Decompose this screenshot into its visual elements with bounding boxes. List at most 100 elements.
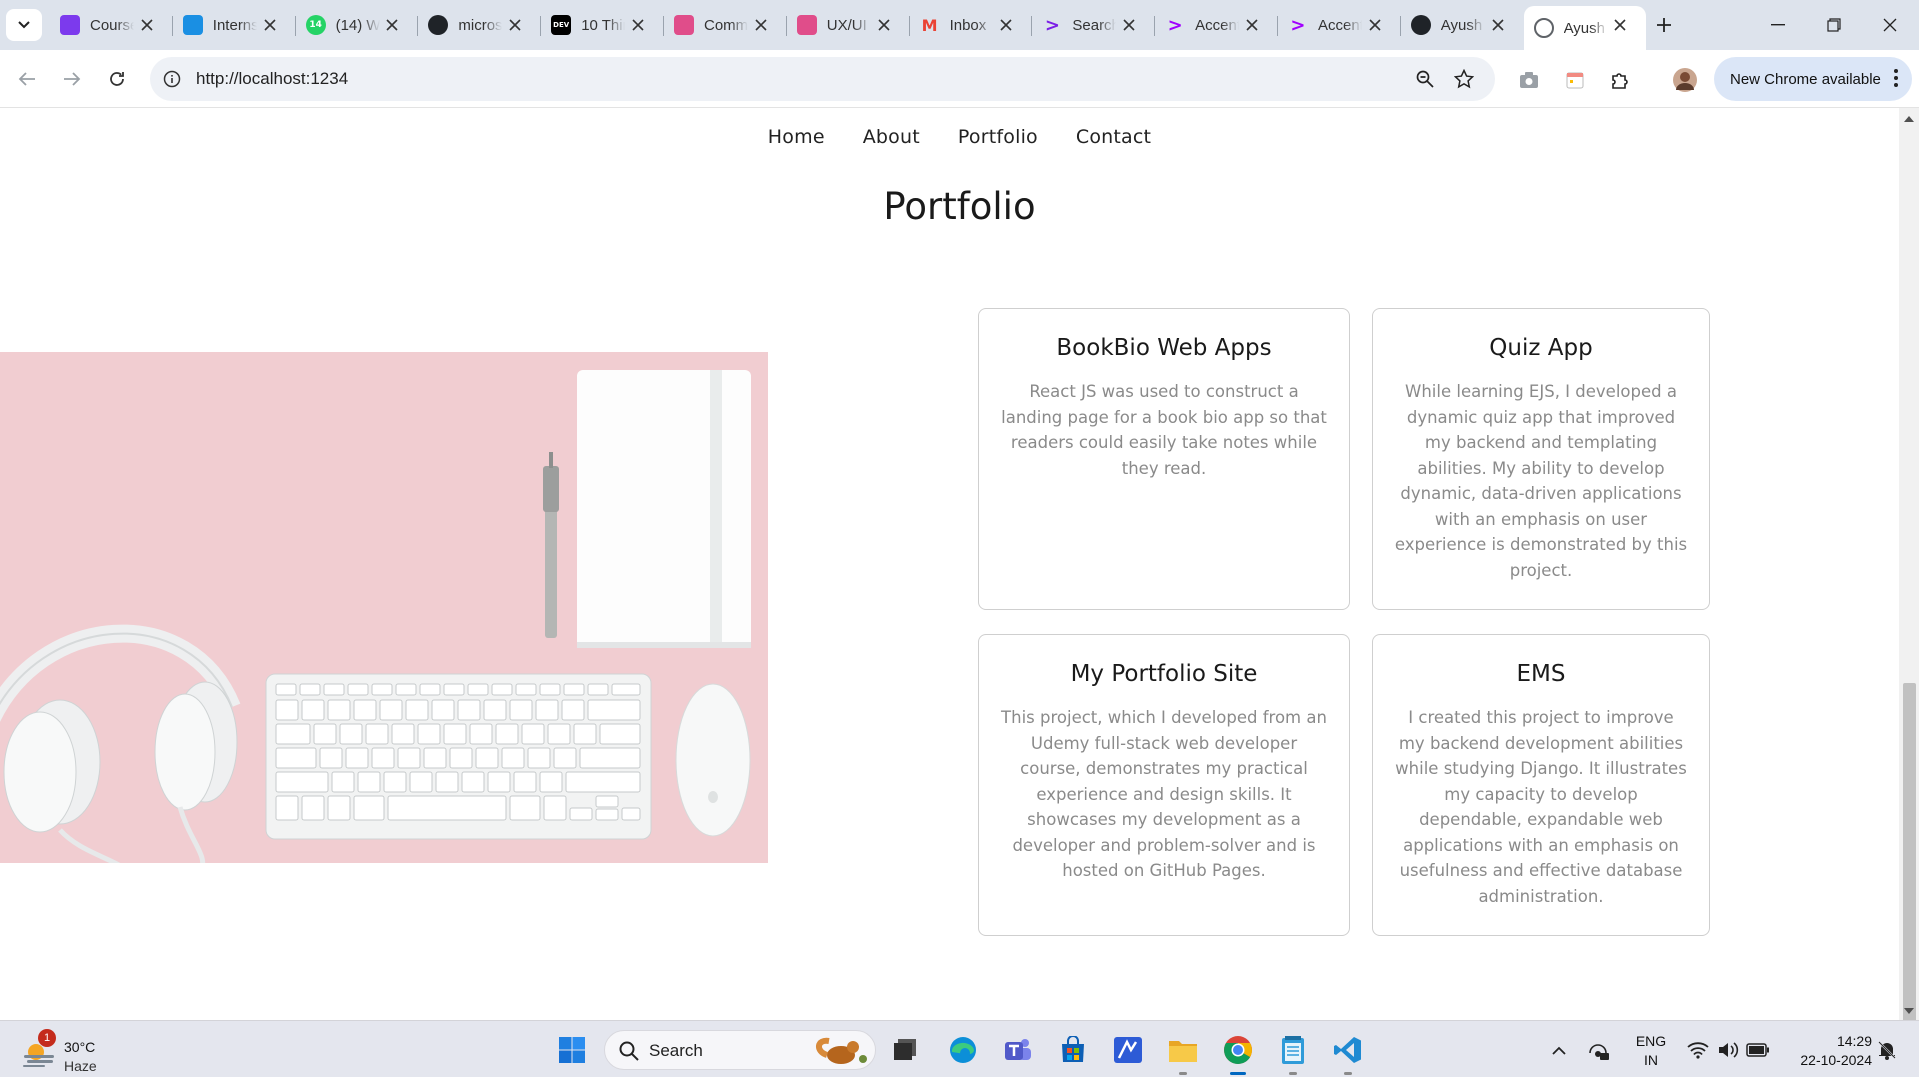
close-tab-icon[interactable] xyxy=(137,15,157,35)
project-title: EMS xyxy=(1516,661,1566,687)
profile-avatar[interactable] xyxy=(1671,66,1699,94)
notepad-icon xyxy=(1282,1036,1304,1064)
nav-link-portfolio[interactable]: Portfolio xyxy=(958,126,1038,148)
browser-tab[interactable]: microsoft xyxy=(418,6,541,44)
chrome-app[interactable] xyxy=(1219,1031,1257,1075)
browser-tab[interactable]: > Accenture xyxy=(1278,6,1401,44)
show-hidden-icons-button[interactable] xyxy=(1544,1031,1574,1069)
tab-search-button[interactable] xyxy=(6,9,42,41)
restore-button[interactable] xyxy=(1806,0,1862,50)
tab-title: UX/UI xyxy=(826,16,867,34)
browser-tab[interactable]: Community xyxy=(664,6,787,44)
taskbar-search-label: Search xyxy=(649,1041,703,1060)
task-view-app[interactable] xyxy=(886,1031,924,1069)
new-tab-button[interactable] xyxy=(1648,9,1680,41)
whiteboard-app[interactable] xyxy=(1109,1031,1147,1069)
close-tab-icon[interactable] xyxy=(260,15,280,35)
language-indicator-top[interactable]: ENG xyxy=(1628,1033,1674,1049)
tab-title: Search xyxy=(1072,16,1117,34)
start-button[interactable] xyxy=(553,1031,591,1069)
browser-tab[interactable]: UX/UI xyxy=(787,6,910,44)
browser-tab[interactable]: Ayush xyxy=(1401,6,1524,44)
teams-app[interactable] xyxy=(999,1031,1037,1069)
scroll-down-arrow[interactable] xyxy=(1904,1008,1914,1014)
close-tab-icon[interactable] xyxy=(382,15,402,35)
browser-tab[interactable]: M Inbox xyxy=(910,6,1033,44)
weather-condition: Haze xyxy=(64,1058,97,1074)
page-scrollbar[interactable] xyxy=(1899,108,1919,1020)
microsoft-store-icon xyxy=(1062,1036,1084,1062)
scroll-thumb[interactable] xyxy=(1903,683,1916,1020)
page-viewport: Home About Portfolio Contact Portfolio B… xyxy=(0,108,1919,1020)
taskbar-search-box[interactable]: Search xyxy=(604,1030,876,1070)
close-window-button[interactable] xyxy=(1862,0,1918,50)
project-card-quiz-app[interactable]: Quiz App While learning EJS, I developed… xyxy=(1372,308,1710,610)
browser-tab[interactable]: > Accenture xyxy=(1155,6,1278,44)
scroll-up-arrow[interactable] xyxy=(1904,116,1914,122)
calendar-extension-icon[interactable] xyxy=(1561,66,1589,94)
nav-link-contact[interactable]: Contact xyxy=(1076,126,1151,148)
clock-date[interactable]: 22-10-2024 xyxy=(1782,1052,1872,1068)
nav-link-home[interactable]: Home xyxy=(768,126,825,148)
notepad-app[interactable] xyxy=(1274,1031,1312,1075)
wifi-icon[interactable] xyxy=(1682,1031,1714,1069)
bookmark-star-icon[interactable] xyxy=(1452,67,1476,91)
chevron-up-icon xyxy=(1552,1046,1566,1055)
minimize-button[interactable] xyxy=(1750,0,1806,50)
project-card-portfolio-site[interactable]: My Portfolio Site This project, which I … xyxy=(978,634,1350,936)
browser-tab[interactable]: Courses xyxy=(50,6,173,44)
forward-button[interactable] xyxy=(56,63,88,95)
volume-icon[interactable] xyxy=(1712,1031,1744,1069)
windows-logo-icon xyxy=(559,1037,585,1063)
close-tab-icon[interactable] xyxy=(996,15,1016,35)
back-button[interactable] xyxy=(11,63,43,95)
browser-tab[interactable]: DEV 10 Things xyxy=(541,6,664,44)
close-tab-icon[interactable] xyxy=(751,15,771,35)
browser-tab[interactable]: Internshala xyxy=(173,6,296,44)
tab-title: Courses xyxy=(90,16,134,34)
vscode-icon xyxy=(1334,1037,1361,1063)
weather-alert-badge: 1 xyxy=(38,1029,56,1047)
edge-app[interactable] xyxy=(944,1031,982,1069)
notifications-button[interactable] xyxy=(1872,1031,1902,1069)
arrow-favicon-icon: > xyxy=(1044,14,1060,36)
close-tab-icon[interactable] xyxy=(1242,15,1262,35)
weather-widget[interactable]: 1 30°C Haze xyxy=(20,1029,140,1074)
browser-tab[interactable]: Ayush xyxy=(1523,6,1647,50)
windows-taskbar: 1 30°C Haze Search ENG IN 14:29 22-10-20… xyxy=(0,1020,1919,1077)
tab-title: Ayush xyxy=(1440,16,1483,34)
close-tab-icon[interactable] xyxy=(505,15,525,35)
project-title: Quiz App xyxy=(1489,335,1593,361)
site-info-icon[interactable] xyxy=(160,67,184,91)
close-tab-icon[interactable] xyxy=(874,15,894,35)
close-tab-icon[interactable] xyxy=(1488,15,1508,35)
file-explorer-app[interactable] xyxy=(1164,1031,1202,1075)
close-tab-icon[interactable] xyxy=(628,15,648,35)
clock-time[interactable]: 14:29 xyxy=(1782,1033,1872,1049)
extensions-puzzle-icon[interactable] xyxy=(1606,66,1634,94)
zoom-icon[interactable] xyxy=(1413,67,1437,91)
chrome-update-button[interactable]: New Chrome available xyxy=(1714,57,1912,101)
network-status-icon[interactable] xyxy=(1582,1031,1614,1069)
reload-button[interactable] xyxy=(101,63,133,95)
language-indicator-bottom[interactable]: IN xyxy=(1628,1052,1674,1068)
store-app[interactable] xyxy=(1054,1031,1092,1069)
screenshot-camera-icon[interactable] xyxy=(1515,66,1543,94)
mb-favicon-icon xyxy=(796,15,817,35)
internshala-favicon-icon xyxy=(182,15,203,35)
search-icon xyxy=(619,1041,639,1061)
nav-link-about[interactable]: About xyxy=(863,126,920,148)
vscode-app[interactable] xyxy=(1329,1031,1367,1075)
close-tab-icon[interactable] xyxy=(1365,15,1385,35)
battery-icon[interactable] xyxy=(1742,1031,1774,1069)
project-card-ems[interactable]: EMS I created this project to improve my… xyxy=(1372,634,1710,936)
project-card-bookbio[interactable]: BookBio Web Apps React JS was used to co… xyxy=(978,308,1350,610)
browser-tab[interactable]: 14 (14) WhatsApp xyxy=(296,6,419,44)
url-text[interactable]: http://localhost:1234 xyxy=(196,69,348,89)
browser-tab[interactable]: > Search xyxy=(1032,6,1155,44)
accenture-favicon-icon: > xyxy=(1290,14,1306,36)
address-bar[interactable]: http://localhost:1234 xyxy=(150,57,1495,101)
tab-title: Inbox xyxy=(949,16,987,34)
close-tab-icon[interactable] xyxy=(1119,15,1139,35)
close-tab-icon[interactable] xyxy=(1610,15,1630,35)
